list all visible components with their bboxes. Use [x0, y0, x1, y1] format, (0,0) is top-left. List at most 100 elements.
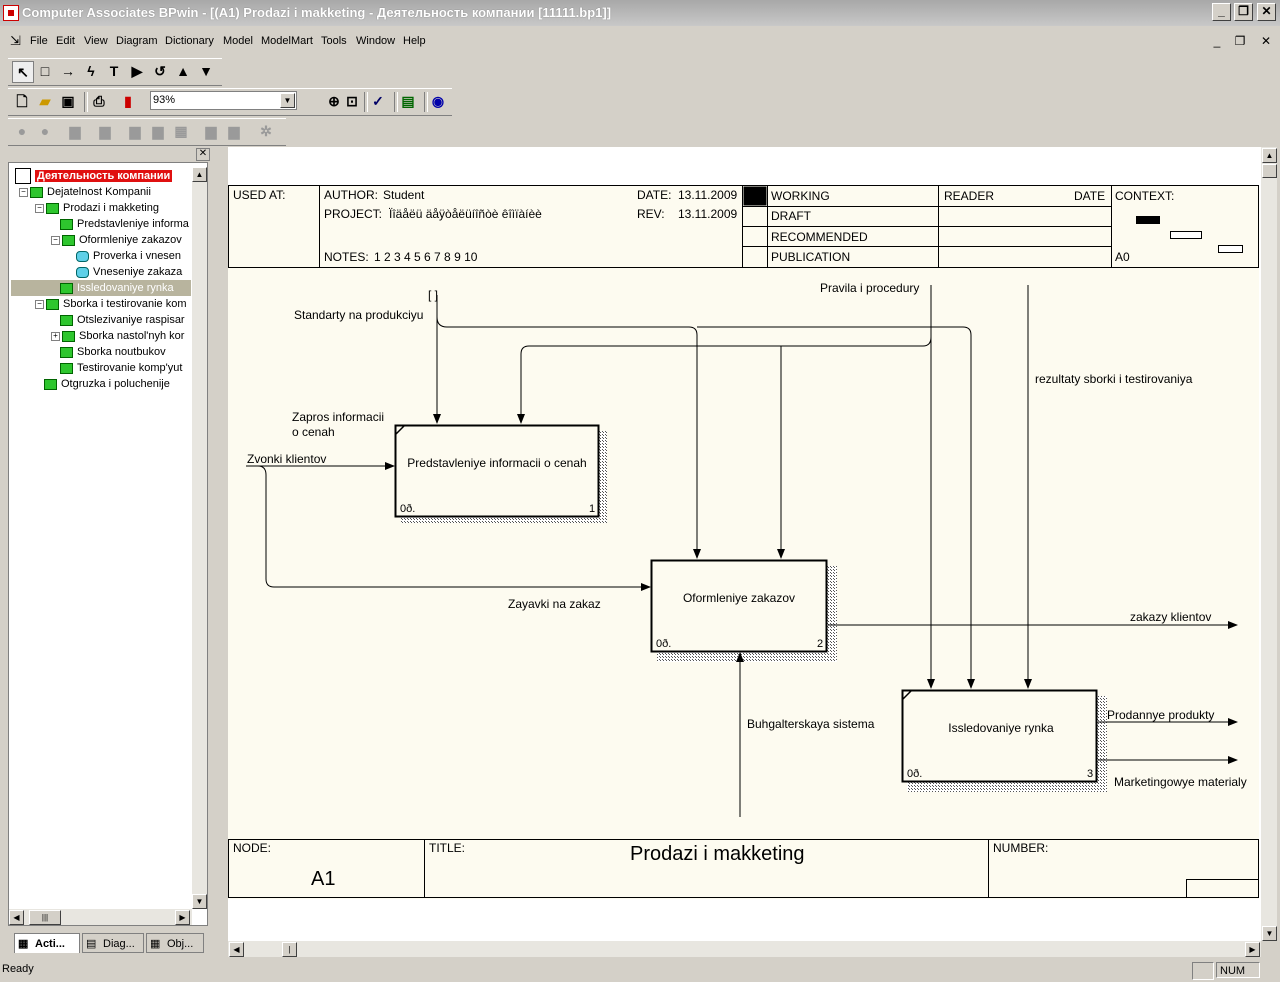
scroll-down-icon[interactable]: ▼	[1262, 926, 1277, 941]
menu-window[interactable]: Window	[356, 35, 395, 47]
model-open-icon[interactable]: ▆	[125, 121, 145, 141]
tab-activities[interactable]: ▦ Acti...	[14, 933, 80, 953]
scroll-right-icon[interactable]: ▶	[1245, 942, 1260, 957]
activity-box-2[interactable]: Oformleniye zakazov 0ð. 2	[650, 559, 838, 663]
label-zvonki[interactable]: Zvonki klientov	[247, 452, 326, 466]
label-standarty[interactable]: Standarty na produkciyu	[294, 308, 423, 322]
tree-item[interactable]: − Dejatelnost Kompanii	[19, 184, 151, 200]
scroll-down-icon[interactable]: ▼	[192, 894, 207, 909]
scroll-up-icon[interactable]: ▲	[192, 167, 207, 182]
menu-help[interactable]: Help	[403, 35, 426, 47]
tree-item-selected[interactable]: Issledovaniye rynka	[11, 280, 191, 296]
grid-icon[interactable]: ▦	[171, 121, 191, 141]
canvas-hscrollbar[interactable]: ◀ | ▶	[228, 941, 1261, 957]
root-icon	[15, 168, 31, 184]
go-to-sibling-icon[interactable]: ▶	[127, 61, 147, 81]
mdi-minimize-button[interactable]: _	[1207, 32, 1227, 50]
pointer-tool-icon[interactable]: ↖	[12, 61, 34, 83]
zoom-in-icon[interactable]: ⊕	[324, 91, 344, 111]
box-tool-icon[interactable]: □	[35, 61, 55, 81]
tree-item[interactable]: Otslezivaniye raspisar	[60, 312, 190, 328]
menu-file[interactable]: File	[30, 35, 48, 47]
label-marketing[interactable]: Marketingowye materialy	[1114, 775, 1247, 789]
zoom-select[interactable]: 93% ▼	[150, 91, 297, 110]
tree-item[interactable]: Testirovanie komp'yut	[60, 360, 190, 376]
save-icon[interactable]: ▣	[58, 91, 78, 111]
open-folder-icon[interactable]: ▰	[35, 91, 55, 111]
menu-dictionary[interactable]: Dictionary	[165, 35, 214, 47]
model-edit-icon[interactable]: ▆	[148, 121, 168, 141]
modelmart-icon[interactable]: ◉	[428, 91, 448, 111]
tree-item[interactable]: Vneseniye zakaza	[76, 264, 190, 280]
tree-item[interactable]: Predstavleniye informa	[60, 216, 190, 232]
context-node: A0	[1115, 250, 1130, 264]
arrow-tool-icon[interactable]: →	[58, 61, 78, 81]
panel-close-icon[interactable]: ✕	[196, 148, 210, 161]
tree-hscrollbar[interactable]: ◀ ||| ▶	[9, 909, 192, 925]
go-down-icon[interactable]: ▼	[196, 61, 216, 81]
settings-icon[interactable]: ✲	[256, 121, 276, 141]
font-color-icon[interactable]: ▮	[118, 91, 138, 111]
close-button[interactable]: ✕	[1257, 3, 1276, 21]
menu-edit[interactable]: Edit	[56, 35, 75, 47]
connect-icon[interactable]: ●	[12, 121, 32, 141]
maximize-button[interactable]: ❐	[1234, 3, 1253, 21]
tree-item[interactable]: + Sborka nastol'nyh kor	[51, 328, 191, 344]
model-explorer-icon[interactable]: ▤	[398, 91, 418, 111]
zoom-fit-icon[interactable]: ⊡	[342, 91, 362, 111]
label-zayavki[interactable]: Zayavki na zakaz	[508, 597, 601, 611]
menu-tools[interactable]: Tools	[321, 35, 347, 47]
go-to-context-icon[interactable]: ↺	[150, 61, 170, 81]
mdi-close-button[interactable]: ✕	[1256, 32, 1276, 50]
label-pravila[interactable]: Pravila i procedury	[820, 281, 919, 295]
scroll-thumb[interactable]	[1262, 164, 1277, 178]
go-up-icon[interactable]: ▲	[173, 61, 193, 81]
tree-item[interactable]: Otgruzka i poluchenije	[44, 376, 190, 392]
tree-vscrollbar[interactable]: ▲ ▼	[192, 167, 207, 909]
label-rezultaty[interactable]: rezultaty sborki i testirovaniya	[1035, 372, 1193, 386]
document-icon[interactable]: ⇲	[10, 33, 21, 49]
scroll-right-icon[interactable]: ▶	[175, 910, 190, 925]
spell-check-icon[interactable]: ✓	[368, 91, 388, 111]
menu-view[interactable]: View	[84, 35, 108, 47]
tab-objects[interactable]: ▦ Obj...	[146, 933, 204, 953]
new-file-icon[interactable]: 🗋	[12, 91, 32, 111]
merge-icon[interactable]: ▆	[95, 121, 115, 141]
scroll-left-icon[interactable]: ◀	[229, 942, 244, 957]
mdi-restore-button[interactable]: ❐	[1230, 32, 1250, 50]
activities-icon: ▦	[18, 938, 29, 950]
label-prodannye[interactable]: Prodannye produkty	[1107, 708, 1214, 722]
box-3-number: 3	[1087, 768, 1093, 780]
menu-model[interactable]: Model	[223, 35, 253, 47]
tree-item[interactable]: − Oformleniye zakazov	[51, 232, 191, 248]
text-tool-icon[interactable]: T	[104, 61, 124, 81]
tree-item[interactable]: − Prodazi i makketing	[35, 200, 159, 216]
print-icon[interactable]: ⎙	[89, 91, 109, 111]
scroll-up-icon[interactable]: ▲	[1262, 148, 1277, 163]
tree-item[interactable]: Proverka i vnesen	[76, 248, 190, 264]
label-zapros-line1[interactable]: Zapros informacii	[292, 410, 384, 424]
label-zapros-line2[interactable]: o cenah	[292, 425, 335, 439]
scroll-thumb[interactable]: |||	[29, 910, 61, 925]
disconnect-icon[interactable]: ●	[35, 121, 55, 141]
scroll-thumb[interactable]: |	[282, 942, 297, 957]
users-icon[interactable]: ▆	[201, 121, 221, 141]
tab-diagrams[interactable]: ▤ Diag...	[82, 933, 144, 953]
label-zakazy[interactable]: zakazy klientov	[1130, 610, 1211, 624]
menu-diagram[interactable]: Diagram	[116, 35, 158, 47]
tree-item[interactable]: Sborka noutbukov	[60, 344, 190, 360]
activity-box-1[interactable]: Predstavleniye informacii o cenah 0ð. 1	[394, 424, 608, 523]
tree-root[interactable]: Деятельность компании	[15, 168, 173, 184]
minimize-button[interactable]: _	[1212, 3, 1231, 21]
activity-box-3[interactable]: Issledovaniye rynka 0ð. 3	[901, 689, 1108, 792]
author-value: Student	[383, 188, 425, 202]
squiggle-tool-icon[interactable]: ϟ	[81, 61, 101, 81]
security-icon[interactable]: ▆	[224, 121, 244, 141]
tree-item[interactable]: − Sborka i testirovanie kom	[35, 296, 191, 312]
menu-modelmart[interactable]: ModelMart	[261, 35, 313, 47]
canvas-vscrollbar[interactable]: ▲ ▼	[1261, 147, 1277, 941]
label-buhgalter[interactable]: Buhgalterskaya sistema	[747, 717, 875, 731]
scroll-left-icon[interactable]: ◀	[9, 910, 24, 925]
lock-icon[interactable]: ▆	[65, 121, 85, 141]
chevron-down-icon[interactable]: ▼	[280, 93, 295, 108]
